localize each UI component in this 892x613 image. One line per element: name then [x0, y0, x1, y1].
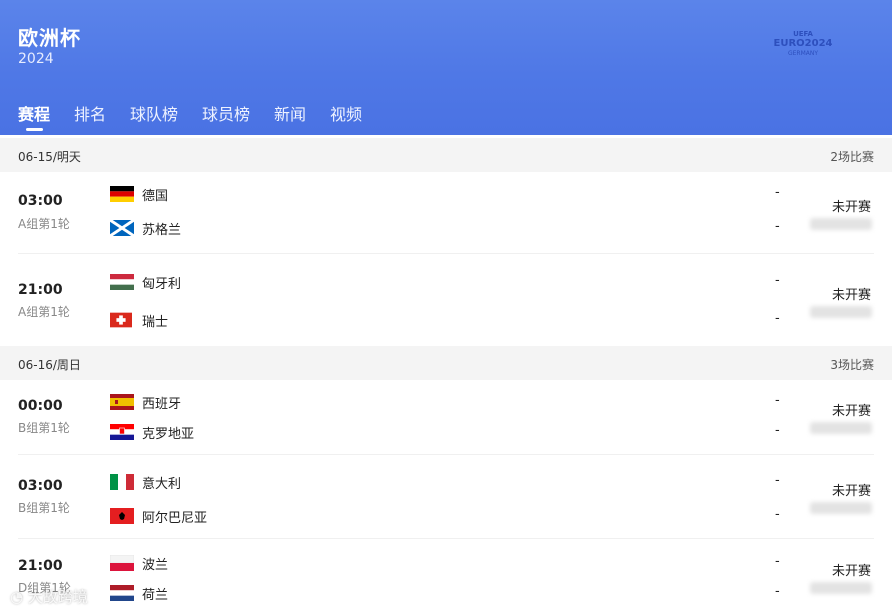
switzerland-flag-icon: [110, 312, 132, 328]
croatia-flag-icon: [110, 424, 134, 440]
tab-standings[interactable]: 排名: [74, 101, 106, 125]
match-count: 2场比赛: [830, 150, 874, 164]
blurred-info: [810, 306, 872, 318]
away-score: -: [775, 219, 780, 234]
match-time: 21:00: [18, 282, 63, 298]
match-status: 未开赛: [832, 200, 872, 215]
match-time: 03:00: [18, 478, 63, 494]
match-row[interactable]: 00:00 B组第1轮 西班牙 克罗地亚 - - 未开赛: [0, 380, 892, 456]
watermark-icon: ◔: [10, 588, 24, 606]
match-row[interactable]: 03:00 A组第1轮 德国 苏格兰 - - 未开赛: [0, 172, 892, 254]
scotland-flag-icon: [110, 220, 134, 236]
row-divider: [18, 538, 874, 539]
away-score: -: [775, 311, 780, 326]
away-score: -: [775, 584, 780, 599]
logo-main-text: EURO2024: [773, 38, 833, 49]
date-header: 06-16/周日 3场比赛: [0, 346, 892, 380]
match-row[interactable]: 03:00 B组第1轮 意大利 阿尔巴尼亚 - - 未开赛: [0, 456, 892, 540]
date-label: 06-15/明天: [18, 150, 81, 164]
match-status: 未开赛: [832, 404, 872, 419]
match-group: B组第1轮: [18, 501, 70, 515]
blurred-info: [810, 218, 872, 230]
season-year: 2024: [18, 51, 54, 67]
row-divider: [18, 454, 874, 455]
netherlands-flag-icon: [110, 585, 134, 601]
header: 欧洲杯 2024 UEFA EURO2024 GERMANY 赛程 排名 球队榜…: [0, 0, 892, 135]
tab-team-ranking[interactable]: 球队榜: [130, 101, 178, 125]
active-tab-indicator: [26, 128, 43, 131]
match-group: A组第1轮: [18, 217, 70, 231]
away-team-name: 克罗地亚: [142, 427, 195, 442]
blurred-info: [810, 422, 872, 434]
match-status: 未开赛: [832, 288, 872, 303]
match-group: B组第1轮: [18, 421, 70, 435]
away-team-name: 瑞士: [142, 315, 169, 330]
match-group: A组第1轮: [18, 305, 70, 319]
match-count: 3场比赛: [830, 358, 874, 372]
match-status: 未开赛: [832, 484, 872, 499]
home-score: -: [775, 554, 780, 569]
match-time: 03:00: [18, 193, 63, 209]
match-status: 未开赛: [832, 564, 872, 579]
germany-flag-icon: [110, 186, 134, 202]
blurred-info: [810, 502, 872, 514]
home-team-name: 匈牙利: [142, 277, 182, 292]
match-time: 21:00: [18, 558, 63, 574]
date-header: 06-15/明天 2场比赛: [0, 138, 892, 172]
home-team-name: 西班牙: [142, 397, 182, 412]
watermark: ◔ 大故跨境: [10, 586, 88, 607]
away-score: -: [775, 507, 780, 522]
home-score: -: [775, 185, 780, 200]
hungary-flag-icon: [110, 274, 134, 290]
euro-logo: UEFA EURO2024 GERMANY: [770, 30, 836, 62]
logo-top-text: UEFA: [793, 30, 813, 38]
home-score: -: [775, 393, 780, 408]
spain-flag-icon: [110, 394, 134, 410]
match-row[interactable]: 21:00 D组第1轮 波兰 荷兰 - - 未开赛: [0, 540, 892, 613]
blurred-info: [810, 582, 872, 594]
tab-videos[interactable]: 视频: [330, 101, 362, 125]
away-score: -: [775, 423, 780, 438]
home-team-name: 意大利: [142, 477, 182, 492]
home-score: -: [775, 473, 780, 488]
logo-sub-text: GERMANY: [787, 50, 819, 57]
home-team-name: 波兰: [142, 558, 169, 573]
date-label: 06-16/周日: [18, 358, 81, 372]
watermark-text: 大故跨境: [27, 588, 88, 606]
match-time: 00:00: [18, 398, 63, 414]
match-row[interactable]: 21:00 A组第1轮 匈牙利 瑞士 - - 未开赛: [0, 254, 892, 346]
away-team-name: 苏格兰: [142, 223, 182, 238]
away-team-name: 阿尔巴尼亚: [142, 511, 208, 526]
tab-player-ranking[interactable]: 球员榜: [202, 101, 250, 125]
away-team-name: 荷兰: [142, 588, 169, 603]
page-title: 欧洲杯: [18, 26, 81, 50]
tab-news[interactable]: 新闻: [274, 101, 306, 125]
albania-flag-icon: [110, 508, 134, 524]
tab-bar: 赛程 排名 球队榜 球员榜 新闻 视频: [0, 92, 892, 135]
poland-flag-icon: [110, 555, 134, 571]
tab-schedule[interactable]: 赛程: [18, 101, 50, 125]
italy-flag-icon: [110, 474, 134, 490]
home-score: -: [775, 273, 780, 288]
home-team-name: 德国: [142, 189, 169, 204]
